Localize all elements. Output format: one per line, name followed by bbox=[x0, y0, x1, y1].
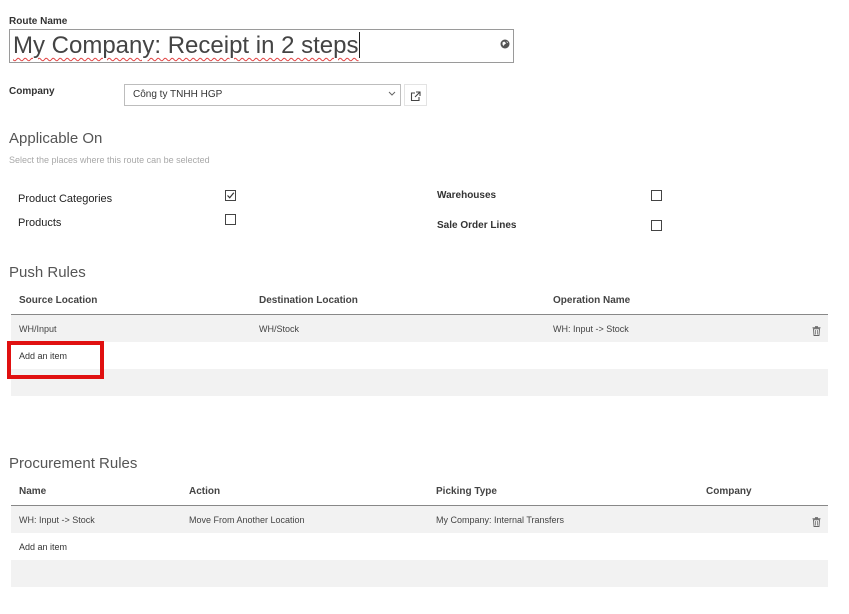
product-categories-label: Product Categories bbox=[18, 193, 113, 205]
route-name-input[interactable]: My Company: Receipt in 2 steps bbox=[9, 29, 514, 63]
push-col-operation-name[interactable]: Operation Name bbox=[553, 295, 630, 306]
products-checkbox[interactable] bbox=[225, 214, 236, 225]
product-categories-checkbox[interactable] bbox=[225, 190, 236, 201]
proc-cell-action: Move From Another Location bbox=[189, 515, 305, 525]
push-col-destination-location[interactable]: Destination Location bbox=[259, 295, 358, 306]
chevron-down-icon bbox=[388, 88, 396, 102]
push-cell-source: WH/Input bbox=[19, 324, 57, 334]
push-empty-row bbox=[11, 369, 828, 396]
applicable-on-hint: Select the places where this route can b… bbox=[9, 155, 210, 165]
trash-icon[interactable] bbox=[812, 514, 821, 527]
proc-add-item-link[interactable]: Add an item bbox=[19, 542, 67, 552]
proc-col-company[interactable]: Company bbox=[706, 486, 752, 497]
trash-icon[interactable] bbox=[812, 323, 821, 336]
checkmark-icon bbox=[227, 192, 235, 199]
company-select-value: Công ty TNHH HGP bbox=[133, 89, 223, 100]
external-link-icon bbox=[410, 89, 421, 107]
globe-icon[interactable] bbox=[500, 36, 510, 49]
warehouses-checkbox[interactable] bbox=[651, 190, 662, 201]
proc-col-name[interactable]: Name bbox=[19, 486, 46, 497]
products-label: Products bbox=[18, 217, 62, 229]
text-cursor bbox=[359, 32, 361, 58]
proc-cell-name: WH: Input -> Stock bbox=[19, 515, 95, 525]
warehouses-label: Warehouses bbox=[437, 190, 497, 201]
sale-order-lines-checkbox[interactable] bbox=[651, 220, 662, 231]
highlight-annotation bbox=[7, 341, 104, 379]
applicable-on-title: Applicable On bbox=[9, 130, 103, 147]
push-col-source-location[interactable]: Source Location bbox=[19, 295, 97, 306]
table-row[interactable]: WH: Input -> Stock Move From Another Loc… bbox=[11, 506, 828, 533]
route-name-label: Route Name bbox=[9, 16, 68, 27]
company-label: Company bbox=[9, 86, 55, 97]
procurement-rules-title: Procurement Rules bbox=[9, 455, 138, 472]
push-cell-operation: WH: Input -> Stock bbox=[553, 324, 629, 334]
proc-cell-picking-type: My Company: Internal Transfers bbox=[436, 515, 565, 525]
proc-empty-row bbox=[11, 560, 828, 587]
sale-order-lines-label: Sale Order Lines bbox=[437, 220, 517, 231]
table-row[interactable]: WH/Input WH/Stock WH: Input -> Stock bbox=[11, 315, 828, 342]
proc-col-action[interactable]: Action bbox=[189, 486, 220, 497]
push-cell-destination: WH/Stock bbox=[259, 324, 300, 334]
push-rules-title: Push Rules bbox=[9, 264, 86, 281]
company-select[interactable]: Công ty TNHH HGP bbox=[124, 84, 401, 106]
route-name-value: My Company: Receipt in 2 steps bbox=[13, 32, 361, 59]
company-open-button[interactable] bbox=[404, 84, 427, 106]
proc-col-picking-type[interactable]: Picking Type bbox=[436, 486, 497, 497]
